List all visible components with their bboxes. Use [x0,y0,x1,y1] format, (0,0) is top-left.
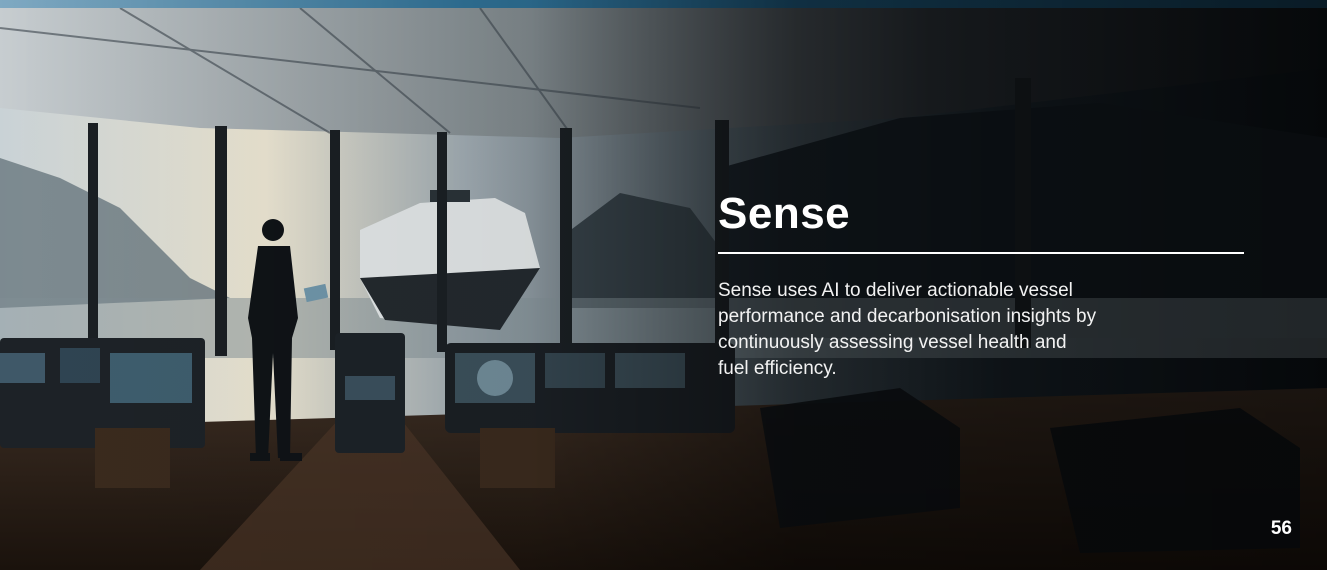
slide: Sense Sense uses AI to deliver actionabl… [0,0,1327,570]
content-block: Sense Sense uses AI to deliver actionabl… [718,190,1244,401]
slide-body-text: Sense uses AI to deliver actionable vess… [718,280,1097,379]
title-divider [718,252,1244,254]
page-number: 56 [1270,518,1292,539]
slide-title: Sense [718,189,851,238]
